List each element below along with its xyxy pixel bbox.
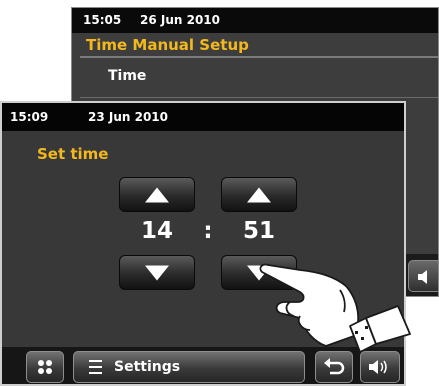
pointing-hand-icon (259, 263, 411, 353)
